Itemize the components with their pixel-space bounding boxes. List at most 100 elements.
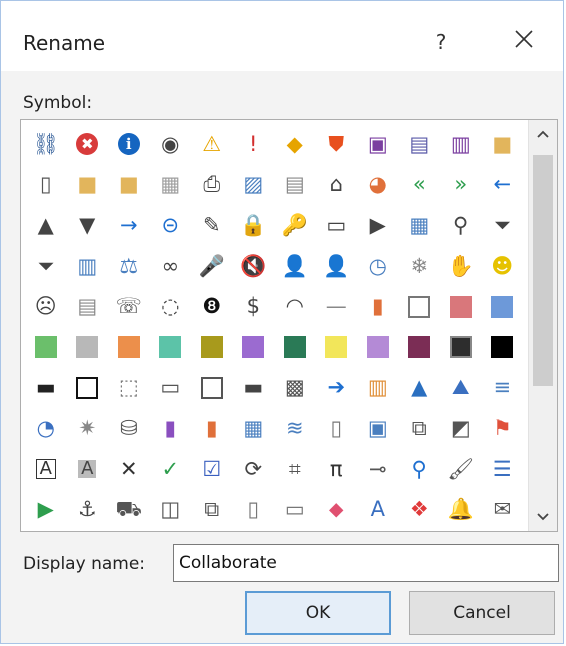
symbol-cell[interactable]: — [316,286,358,327]
symbol-cell[interactable]: ⛰ [440,368,482,409]
symbol-cell[interactable] [440,286,482,327]
symbol-cell[interactable] [191,368,233,409]
symbol-cell[interactable]: ⌗ [274,449,316,490]
symbol-cell[interactable]: ⛟ [108,489,150,530]
symbol-cell[interactable]: ❽ [191,286,233,327]
symbol-cell[interactable]: » [440,165,482,206]
close-button[interactable] [509,24,539,54]
symbol-cell[interactable]: ⧉ [191,489,233,530]
symbol-cell[interactable] [67,327,109,368]
symbol-cell[interactable]: 🔒 [233,205,275,246]
symbol-cell[interactable]: ▮ [191,408,233,449]
symbol-cell[interactable]: ▥ [67,246,109,287]
symbol-cell[interactable] [482,327,524,368]
symbol-cell[interactable]: ▤ [399,124,441,165]
symbol-cell[interactable]: ☑ [191,449,233,490]
symbol-cell[interactable]: ✋ [440,246,482,287]
symbol-cell[interactable]: ▬ [233,368,275,409]
symbol-cell[interactable]: 🔑 [274,205,316,246]
symbol-cell[interactable]: ▭ [316,205,358,246]
symbol-cell[interactable]: ▯ [233,489,275,530]
symbol-cell[interactable]: ⚠ [191,124,233,165]
symbol-cell[interactable]: ☻ [482,246,524,287]
symbol-cell[interactable]: ≡ [482,368,524,409]
symbol-cell[interactable]: ✓ [150,449,192,490]
symbol-cell[interactable]: ❄ [399,246,441,287]
symbol-cell[interactable]: ✖ [67,124,109,165]
symbol-cell[interactable]: ✷ [67,408,109,449]
symbol-cell[interactable]: ☹ [25,286,67,327]
symbol-cell[interactable]: « [399,165,441,206]
symbol-cell[interactable]: ▦ [150,165,192,206]
symbol-cell[interactable]: 🔔 [440,489,482,530]
symbol-cell[interactable] [233,327,275,368]
symbol-cell[interactable]: ▥ [357,368,399,409]
symbol-cell[interactable]: ⚓ [67,489,109,530]
symbol-cell[interactable] [25,327,67,368]
symbol-cell[interactable] [357,327,399,368]
symbol-cell[interactable]: 👤 [274,246,316,287]
symbol-cell[interactable]: ◔ [25,408,67,449]
scroll-down-button[interactable] [529,503,557,531]
symbol-cell[interactable]: ⬚ [108,368,150,409]
symbol-cell[interactable]: ⚲ [399,449,441,490]
symbol-cell[interactable] [482,286,524,327]
symbol-cell[interactable]: 🖌 [440,449,482,490]
symbol-cell[interactable]: ■ [67,165,109,206]
symbol-cell[interactable]: ◩ [440,408,482,449]
symbol-cell[interactable]: ▩ [274,368,316,409]
symbol-cell[interactable]: ➔ [316,368,358,409]
help-button[interactable]: ? [429,30,453,54]
symbol-cell[interactable]: ⟳ [233,449,275,490]
symbol-cell[interactable]: ⛊ [316,124,358,165]
symbol-cell[interactable]: ✕ [108,449,150,490]
symbol-cell[interactable]: ⛓ [25,124,67,165]
symbol-cell[interactable]: ⌂ [316,165,358,206]
symbol-cell[interactable]: ⧉ [399,408,441,449]
symbol-cell[interactable]: ⏷ [482,205,524,246]
symbol-cell[interactable]: ▶ [357,205,399,246]
symbol-cell[interactable]: ▥ [440,124,482,165]
symbol-cell[interactable]: ! [233,124,275,165]
symbol-cell[interactable]: ⚲ [440,205,482,246]
ok-button[interactable]: OK [245,591,391,635]
symbol-cell[interactable]: ▯ [316,408,358,449]
symbol-cell[interactable] [316,327,358,368]
symbol-cell[interactable]: ⬥ [316,489,358,530]
symbol-cell[interactable]: ◷ [357,246,399,287]
symbol-cell[interactable]: ⚑ [482,408,524,449]
symbol-cell[interactable] [399,327,441,368]
symbol-cell[interactable]: ▭ [274,489,316,530]
symbol-cell[interactable]: ▭ [150,368,192,409]
symbol-cell[interactable]: ∞ [150,246,192,287]
symbol-cell[interactable]: ◠ [274,286,316,327]
symbol-cell[interactable]: A [357,489,399,530]
symbol-cell[interactable]: ▶ [25,489,67,530]
symbol-cell[interactable]: ■ [482,124,524,165]
symbol-cell[interactable]: 🎤 [191,246,233,287]
symbol-cell[interactable]: ℹ [108,124,150,165]
symbol-cell[interactable]: ◉ [150,124,192,165]
symbol-cell[interactable] [440,327,482,368]
symbol-cell[interactable]: ☏ [108,286,150,327]
symbol-cell[interactable] [274,327,316,368]
symbol-cell[interactable]: A [67,449,109,490]
symbol-cell[interactable]: ⊸ [357,449,399,490]
symbol-cell[interactable]: ▲ [25,205,67,246]
scrollbar[interactable] [528,120,557,531]
symbol-cell[interactable]: ▤ [274,165,316,206]
symbol-cell[interactable] [108,327,150,368]
symbol-cell[interactable]: ◕ [357,165,399,206]
symbol-cell[interactable]: ◆ [274,124,316,165]
symbol-cell[interactable]: ▯ [25,165,67,206]
symbol-cell[interactable]: ◌ [150,286,192,327]
symbol-cell[interactable]: $ [233,286,275,327]
symbol-cell[interactable]: ☰ [482,449,524,490]
symbol-cell[interactable]: ▣ [357,124,399,165]
symbol-cell[interactable]: ▦ [233,408,275,449]
symbol-cell[interactable]: ■ [108,165,150,206]
symbol-cell[interactable]: ▨ [233,165,275,206]
symbol-cell[interactable]: ▦ [399,205,441,246]
symbol-cell[interactable] [191,327,233,368]
cancel-button[interactable]: Cancel [409,591,555,635]
